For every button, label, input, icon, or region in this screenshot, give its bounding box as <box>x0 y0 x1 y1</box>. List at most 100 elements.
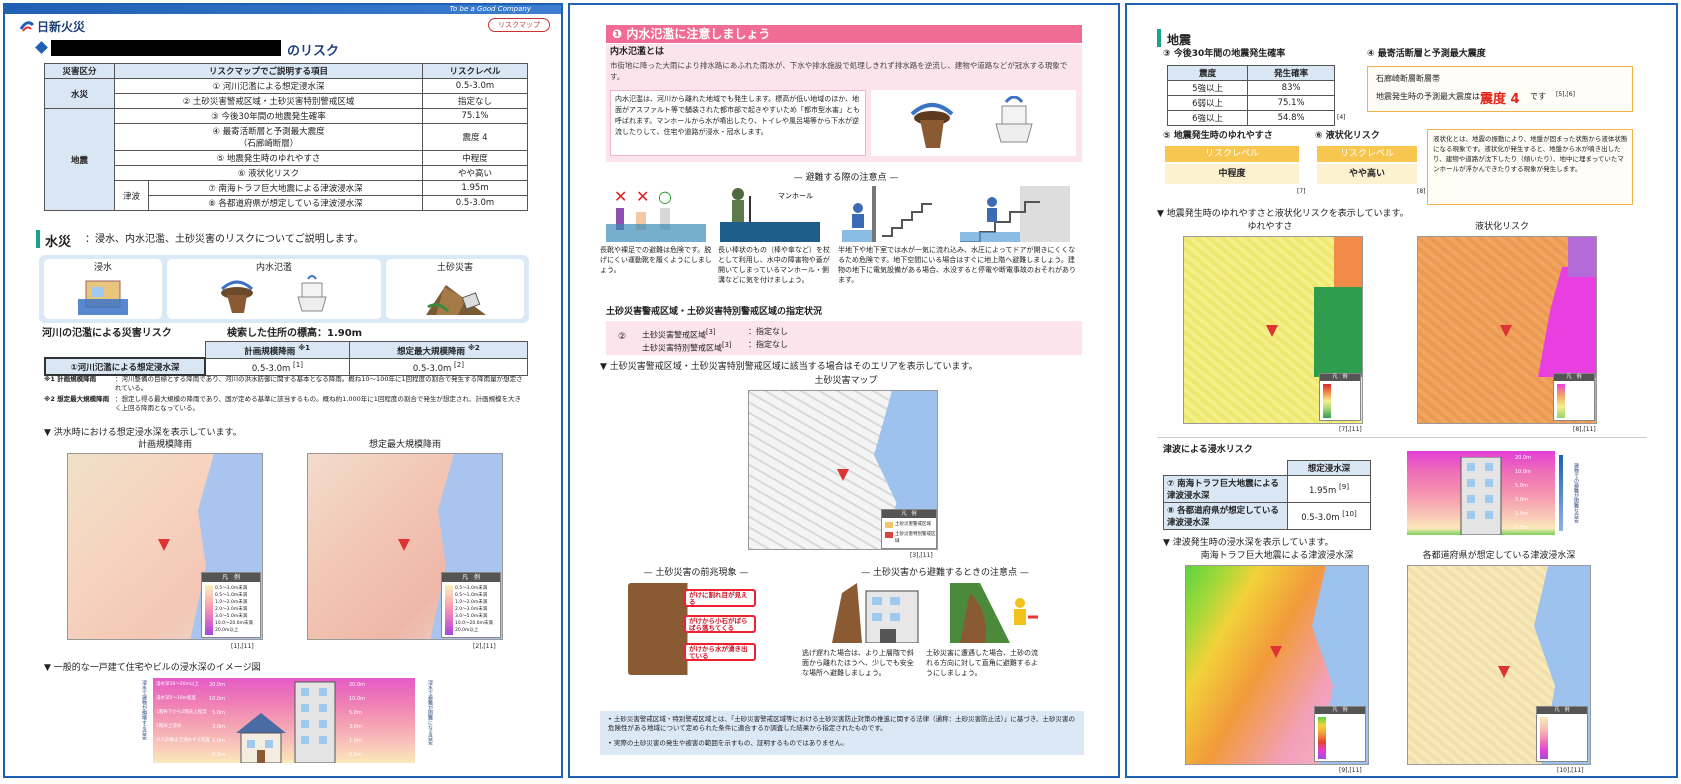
sign-3: がけから水が湧き出ている <box>684 643 756 661</box>
river-val-planned-ref: [1] <box>292 359 303 369</box>
legend-item: 3.0～5.0m未満 <box>215 614 248 619</box>
shake-ref: [7] <box>1297 188 1306 195</box>
flood-map-planned[interactable]: 凡 例 0.5～3.0m未満 0.5～1.0m未満 1.0～2.0m未満 2.0… <box>67 453 263 640</box>
flood-map-maximum[interactable]: 凡 例 0.5～3.0m未満 0.5～1.0m未満 1.0～2.0m未満 2.0… <box>307 453 503 640</box>
liquefaction-map[interactable]: 凡 例 <box>1417 236 1597 424</box>
depth-mark: 1.0m <box>1515 511 1528 517</box>
level-3: 75.1% <box>422 108 528 124</box>
river-val-max: 0.5-3.0m [2] <box>348 357 529 376</box>
purple-zone <box>1568 237 1596 277</box>
tsunami-ref-8: [10] <box>1342 509 1357 519</box>
pole-walker-icon: マンホール <box>720 188 820 242</box>
building-icon <box>294 681 336 763</box>
landslide-icon <box>426 285 486 315</box>
shake-map[interactable]: 凡 例 <box>1183 236 1363 424</box>
card-sediment: 土砂災害 <box>386 259 524 319</box>
tsunami-arrow-label: 建物での避難が困難な目安 <box>1573 463 1579 523</box>
river-val-planned: 0.5-3.0m [1] <box>204 357 350 376</box>
category-flood: 水災 <box>44 78 115 109</box>
flood-legend: 凡 例 0.5～3.0m未満 0.5～1.0m未満 1.0～2.0m未満 2.0… <box>201 572 261 638</box>
legend-title: 凡 例 <box>1320 374 1360 381</box>
item-1: ① 河川氾濫による想定浸水深 <box>114 78 423 94</box>
diamond-icon <box>35 41 48 54</box>
legend-labels: 0.5～3.0m未満 0.5～1.0m未満 1.0～2.0m未満 2.0～3.0… <box>215 585 261 634</box>
footnote-2: • 実際の土砂災害の発生や被害の範囲を示すもの、証明するものではありません。 <box>608 739 848 747</box>
depth-mark: 20.0m <box>349 682 366 688</box>
fault-text-post: です <box>1530 92 1546 101</box>
level-6: やや高い <box>422 165 528 181</box>
shake-title: ⑤ 地震発生時のゆれやすさ <box>1163 131 1273 141</box>
quake-section-title: 地震 <box>1167 33 1192 47</box>
liq-map-ref: [8],[11] <box>1573 426 1596 433</box>
prefecture-tsunami-map[interactable]: 凡 例 <box>1407 565 1591 765</box>
col-planned-label: 計画規模降雨 <box>244 346 296 357</box>
tsunami-depth-labels: 20.0m 10.0m 5.0m 3.0m 1.0m 0.5m <box>1515 451 1553 535</box>
fault-box: 石廊崎断層断層帯 地震発生時の予測最大震度は 震度 4 です [5],[6] <box>1367 66 1633 112</box>
liq-level-head: リスクレベル <box>1317 146 1417 162</box>
fault-level: 震度 4 <box>1480 92 1520 107</box>
tsunami-value-8: 0.5-3.0m [10] <box>1287 502 1371 530</box>
water-section-title: 水災 <box>45 235 72 250</box>
footnote-1-text: 土砂災害警戒区域・特別警戒区域とは、「土砂災害警戒区域等における土砂災害防止対策… <box>608 715 1075 732</box>
prob-intensity: 6弱以上 <box>1166 95 1249 111</box>
card-inland: 内水氾濫 <box>167 259 381 319</box>
inland-info-box: 内水氾濫とは 市街地に降った大雨により排水路にあふれた雨水が、下水や排水施設で処… <box>606 44 1082 162</box>
tsunami-value-7: 1.95m [9] <box>1287 475 1371 503</box>
top-banner: To be a Good Company <box>5 5 561 14</box>
avoid-title-text: 土砂災害から避難するときの注意点 <box>872 568 1017 578</box>
map4-title: 各都道府県が想定している津波浸水深 <box>1422 551 1576 561</box>
inland-header-num: ❶ <box>612 27 623 41</box>
sediment-ref-2: [3] <box>722 341 732 349</box>
depth-right-labels: 20.0m 10.0m 5.0m 3.0m 1.0m 0.5m <box>349 678 379 763</box>
level-4: 震度 4 <box>422 123 528 151</box>
evac-title: — 避難する際の注意点 — <box>793 173 899 183</box>
inland-note-text: 内水氾濫は、河川から離れた地域でも発生します。標高が低い地域のほか、地面がアスフ… <box>615 95 860 136</box>
redacted-address <box>51 40 281 56</box>
sediment-value-2: ：指定なし <box>748 340 788 349</box>
evac-title-text: 避難する際の注意点 <box>805 173 887 183</box>
divider <box>1157 437 1647 438</box>
legend-item: 0.5～1.0m未満 <box>215 593 248 598</box>
legend-item-warning: 土砂災害警戒区域 <box>895 522 931 527</box>
depth-mark: 3.0m <box>1515 497 1528 503</box>
riskmap-badge: リスクマップ <box>488 18 550 32</box>
area-caption: ▼ 土砂災害警戒区域・土砂災害特別警戒区域に該当する場合はそのエリアを表示してい… <box>600 362 978 372</box>
building-icon <box>1460 457 1502 535</box>
fault-title: ④ 最寄活断層と予測最大震度 <box>1367 49 1486 59</box>
level-5: 中程度 <box>422 150 528 166</box>
depth-mark: 5.0m <box>349 710 362 716</box>
orange-zone <box>1334 237 1362 287</box>
arrow-bar <box>1559 455 1563 531</box>
item-5: ⑤ 地震発生時のゆれやすさ <box>114 150 423 166</box>
map1-title: 計画規模降雨 <box>137 440 192 450</box>
card-flood-label: 浸水 <box>93 263 112 273</box>
river-title: 河川の氾濫による災害リスク <box>42 328 172 339</box>
prob-ref: [4] <box>1337 114 1346 121</box>
river-val-max-text: 0.5-3.0m <box>412 363 452 374</box>
nankai-tsunami-map[interactable]: 凡 例 <box>1185 565 1369 765</box>
legend-item: 1.0～2.0m未満 <box>455 600 488 605</box>
shake-level-head: リスクレベル <box>1165 146 1299 162</box>
avoid-text-2: 土砂災害に遭遇した場合、土砂の流れる方向に対して直角に避難するようにしましょう。 <box>926 649 1038 677</box>
card-flood: 浸水 <box>44 259 162 319</box>
what-title: 内水氾濫とは <box>610 47 665 57</box>
map3-title: 南海トラフ巨大地震による津波浸水深 <box>1200 551 1354 561</box>
prob-intensity: 6強以上 <box>1166 110 1249 126</box>
page-title: のリスク <box>287 44 340 59</box>
sediment-map[interactable]: 凡 例 土砂災害警戒区域 土砂災害特別警戒区域 <box>748 390 938 550</box>
depth-mark: 3.0m <box>212 724 225 730</box>
map2-ref: [2],[11] <box>473 643 496 650</box>
depth-mark: 10.0m <box>349 696 366 702</box>
legend-title: 凡 例 <box>442 573 500 582</box>
tsunami-table: 想定浸水深 ⑦ 南海トラフ巨大地震による津波浸水深 1.95m [9] ⑧ 各都… <box>1163 460 1371 530</box>
legend-swatch-special <box>885 532 893 538</box>
sediment-value-1: ：指定なし <box>748 327 788 336</box>
tsunami-map-caption: ▼ 津波発生時の浸水深を表示しています。 <box>1163 538 1334 548</box>
stairs-evac-icon <box>960 186 1070 242</box>
river-flood-table: 計画規模降雨 ※1 想定最大規模降雨 ※2 ①河川氾濫による想定浸水深 0.5-… <box>44 341 529 377</box>
depth-mark: 20.0m <box>1515 455 1532 461</box>
building-evac-icon <box>832 583 919 643</box>
legend-swatches <box>1540 717 1548 759</box>
depth-mark: 10.0m <box>208 696 225 702</box>
brand-name: 日新火災 <box>37 20 86 34</box>
